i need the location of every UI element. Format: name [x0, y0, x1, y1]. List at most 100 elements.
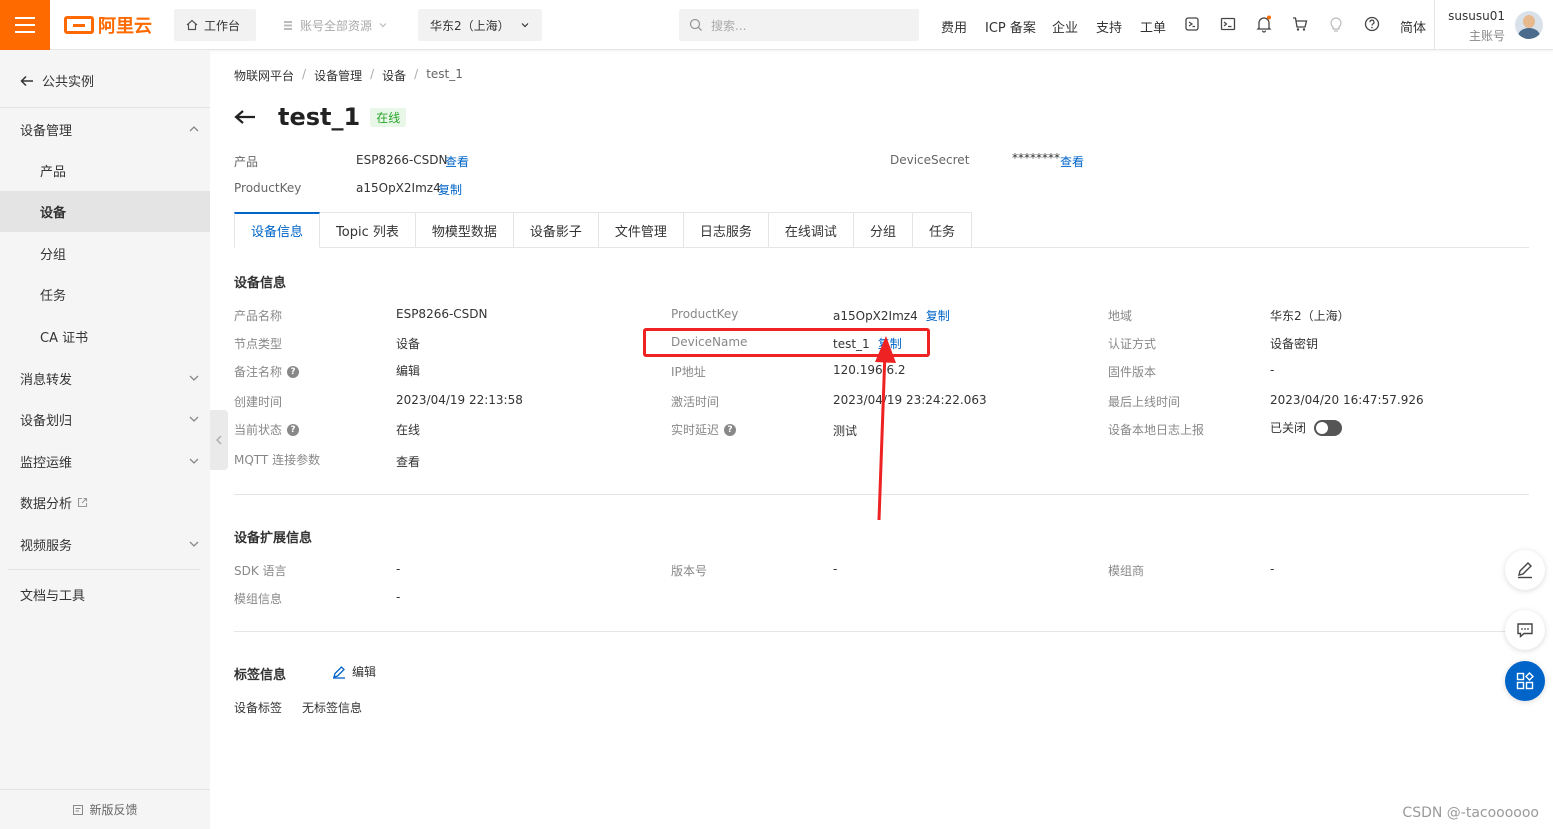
page-header: test_1 在线 [234, 103, 407, 131]
tab-topic-list[interactable]: Topic 列表 [320, 212, 416, 248]
last-online-value: 2023/04/20 16:47:57.926 [1270, 393, 1424, 407]
sidebar-item-device[interactable]: 设备 [0, 191, 210, 232]
help-circle-icon[interactable]: ? [724, 423, 737, 436]
sidebar-item-device-assignment[interactable]: 设备划归 [0, 399, 210, 440]
feedback-button[interactable]: 新版反馈 [0, 789, 210, 829]
top-link-billing[interactable]: 费用 [941, 17, 967, 36]
view-product-link[interactable]: 查看 [445, 153, 469, 170]
sidebar-item-docs-tools[interactable]: 文档与工具 [0, 574, 210, 615]
sidebar: 公共实例 设备管理 产品 设备 分组 任务 CA 证书 消息转发 设备划归 监控… [0, 51, 210, 829]
sidebar-collapse-handle[interactable] [210, 410, 228, 470]
tab-bar: 设备信息 Topic 列表 物模型数据 设备影子 文件管理 日志服务 在线调试 … [234, 212, 1529, 248]
copy-productkey-link[interactable]: 复制 [438, 181, 462, 198]
breadcrumb-item[interactable]: 设备 [382, 67, 406, 84]
sdk-language-label: SDK 语言 [234, 564, 287, 578]
back-arrow-icon[interactable] [234, 109, 256, 125]
help-circle-icon[interactable]: ? [287, 423, 300, 436]
productkey-value: a15OpX2Imz4 [356, 181, 441, 195]
local-log-toggle[interactable] [1314, 419, 1343, 436]
tab-task[interactable]: 任务 [912, 212, 972, 248]
grid-apps-icon [1516, 672, 1534, 690]
edit-remark-link[interactable]: 编辑 [396, 362, 420, 379]
activated-time-label: 激活时间 [671, 395, 720, 409]
bell-icon[interactable] [1255, 15, 1273, 33]
menu-icon[interactable] [0, 0, 50, 50]
breadcrumb-separator: / [414, 67, 419, 81]
breadcrumb-item[interactable]: 设备管理 [314, 67, 362, 84]
avatar [1515, 11, 1543, 39]
divider [8, 569, 200, 570]
view-secret-link[interactable]: 查看 [1060, 153, 1084, 170]
arrow-left-icon [20, 75, 33, 86]
pencil-icon [1518, 562, 1532, 579]
chevron-down-icon [189, 416, 199, 422]
sidebar-item-device-management[interactable]: 设备管理 [0, 109, 210, 150]
node-type-label: 节点类型 [234, 337, 283, 351]
help-circle-icon[interactable]: ? [287, 365, 300, 378]
info-productkey-value: a15OpX2Imz4 [833, 308, 918, 323]
cart-icon[interactable] [1291, 15, 1309, 33]
device-info-title: 设备信息 [234, 276, 287, 291]
tab-log-service[interactable]: 日志服务 [683, 212, 769, 248]
tab-thing-model-data[interactable]: 物模型数据 [415, 212, 514, 248]
terminal-icon[interactable] [1219, 15, 1237, 33]
top-link-ticket[interactable]: 工单 [1140, 17, 1166, 36]
node-type-value: 设备 [396, 337, 421, 351]
top-link-icp[interactable]: ICP 备案 [985, 17, 1036, 36]
tab-group[interactable]: 分组 [853, 212, 913, 248]
tab-device-shadow[interactable]: 设备影子 [513, 212, 599, 248]
latency-label: 实时延迟 [671, 423, 720, 437]
sidebar-item-label: 设备 [40, 206, 67, 221]
tab-device-info[interactable]: 设备信息 [234, 212, 321, 248]
state-label: 当前状态 [234, 423, 283, 437]
version-label: 版本号 [671, 564, 708, 578]
account-scope-selector[interactable]: 账号全部资源 [270, 9, 404, 41]
user-menu[interactable]: sususu01 主账号 [1434, 0, 1553, 50]
sidebar-item-task[interactable]: 任务 [0, 274, 210, 315]
test-latency-link[interactable]: 测试 [833, 422, 857, 439]
chevron-down-icon [521, 23, 529, 28]
created-time-label: 创建时间 [234, 395, 283, 409]
chat-float-button[interactable] [1505, 610, 1545, 650]
breadcrumb-current: test_1 [426, 67, 463, 81]
tab-online-debug[interactable]: 在线调试 [768, 212, 854, 248]
sidebar-item-label: 数据分析 [20, 497, 73, 512]
mqtt-params-label: MQTT 连接参数 [234, 453, 321, 467]
divider [0, 107, 210, 108]
sidebar-item-ca-cert[interactable]: CA 证书 [0, 316, 210, 357]
sidebar-item-data-analysis[interactable]: 数据分析 [0, 482, 210, 523]
chevron-down-icon [189, 458, 199, 464]
sidebar-item-product[interactable]: 产品 [0, 150, 210, 191]
back-to-instances[interactable]: 公共实例 [20, 71, 94, 90]
breadcrumb: 物联网平台 / 设备管理 / 设备 / test_1 [234, 67, 463, 84]
apps-float-button[interactable] [1505, 661, 1545, 701]
top-link-enterprise[interactable]: 企业 [1052, 17, 1078, 36]
sidebar-item-label: 任务 [40, 289, 67, 304]
api-icon[interactable] [1183, 15, 1201, 33]
sidebar-item-label: 视频服务 [20, 539, 73, 554]
edit-float-button[interactable] [1505, 550, 1545, 590]
aliyun-logo[interactable]: 阿里云 [64, 14, 152, 37]
local-log-row: 已关闭 [1270, 419, 1343, 436]
sidebar-item-message-forward[interactable]: 消息转发 [0, 358, 210, 399]
edit-tags-button[interactable]: 编辑 [332, 663, 376, 680]
lightbulb-icon[interactable] [1327, 15, 1345, 33]
copy-devicename-button[interactable]: 复制 [878, 335, 902, 352]
language-switch[interactable]: 简体 [1400, 17, 1426, 36]
tab-file-management[interactable]: 文件管理 [598, 212, 684, 248]
search-input[interactable]: 搜索... [679, 9, 919, 41]
workbench-button[interactable]: 工作台 [174, 9, 256, 41]
copy-productkey-button[interactable]: 复制 [926, 307, 950, 324]
view-mqtt-params-link[interactable]: 查看 [396, 453, 420, 470]
activated-time-value: 2023/04/19 23:24:22.063 [833, 393, 987, 407]
sidebar-item-monitoring[interactable]: 监控运维 [0, 441, 210, 482]
page-title: test_1 [278, 103, 361, 131]
devicename-row: test_1 复制 [833, 335, 902, 352]
logo-text: 阿里云 [98, 16, 152, 37]
top-link-support[interactable]: 支持 [1096, 17, 1122, 36]
region-selector[interactable]: 华东2（上海） [418, 9, 542, 41]
sidebar-item-video-service[interactable]: 视频服务 [0, 524, 210, 565]
breadcrumb-item[interactable]: 物联网平台 [234, 67, 294, 84]
sidebar-item-group[interactable]: 分组 [0, 233, 210, 274]
help-icon[interactable] [1363, 15, 1381, 33]
